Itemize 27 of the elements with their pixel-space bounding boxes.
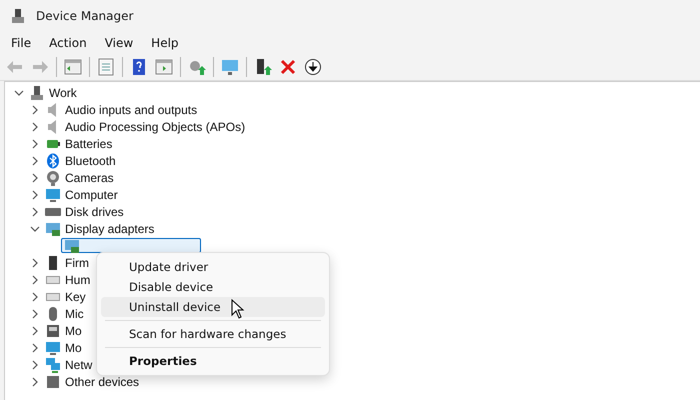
context-menu-item[interactable]: Scan for hardware changes: [101, 324, 325, 344]
menu-item[interactable]: Action: [42, 34, 94, 52]
tree-item[interactable]: Disk drives: [65, 204, 124, 218]
window-title: Device Manager: [36, 9, 134, 23]
context-menu-item[interactable]: Update driver: [101, 257, 325, 277]
tree-item[interactable]: Firm: [65, 256, 89, 270]
context-menu-item[interactable]: Disable device: [101, 277, 325, 297]
tree-item[interactable]: Work: [49, 86, 77, 100]
tree-item[interactable]: Computer: [65, 188, 118, 202]
menu-item[interactable]: File: [4, 34, 38, 52]
tree-item[interactable]: Mic: [65, 306, 84, 320]
menu-item[interactable]: Help: [144, 34, 186, 52]
tree-item[interactable]: Netw: [65, 358, 92, 372]
tree-item[interactable]: Key: [65, 290, 86, 304]
tree-item[interactable]: Mo: [65, 324, 82, 338]
tree-item[interactable]: Audio Processing Objects (APOs): [65, 120, 246, 134]
context-menu-item[interactable]: Properties: [101, 351, 325, 371]
tree-item[interactable]: Bluetooth: [65, 154, 116, 168]
tree-item[interactable]: Cameras: [65, 170, 114, 184]
tree-item[interactable]: Batteries: [65, 136, 112, 150]
tree-item[interactable]: Mo: [65, 340, 82, 354]
tree-item[interactable]: Audio inputs and outputs: [65, 102, 198, 116]
context-menu-item[interactable]: Uninstall device: [101, 297, 325, 317]
tree-item[interactable]: Other devices: [65, 374, 140, 388]
tree-item[interactable]: Hum: [65, 272, 90, 286]
tree-item[interactable]: Display adapters: [65, 222, 154, 236]
menu-item[interactable]: View: [98, 34, 140, 52]
